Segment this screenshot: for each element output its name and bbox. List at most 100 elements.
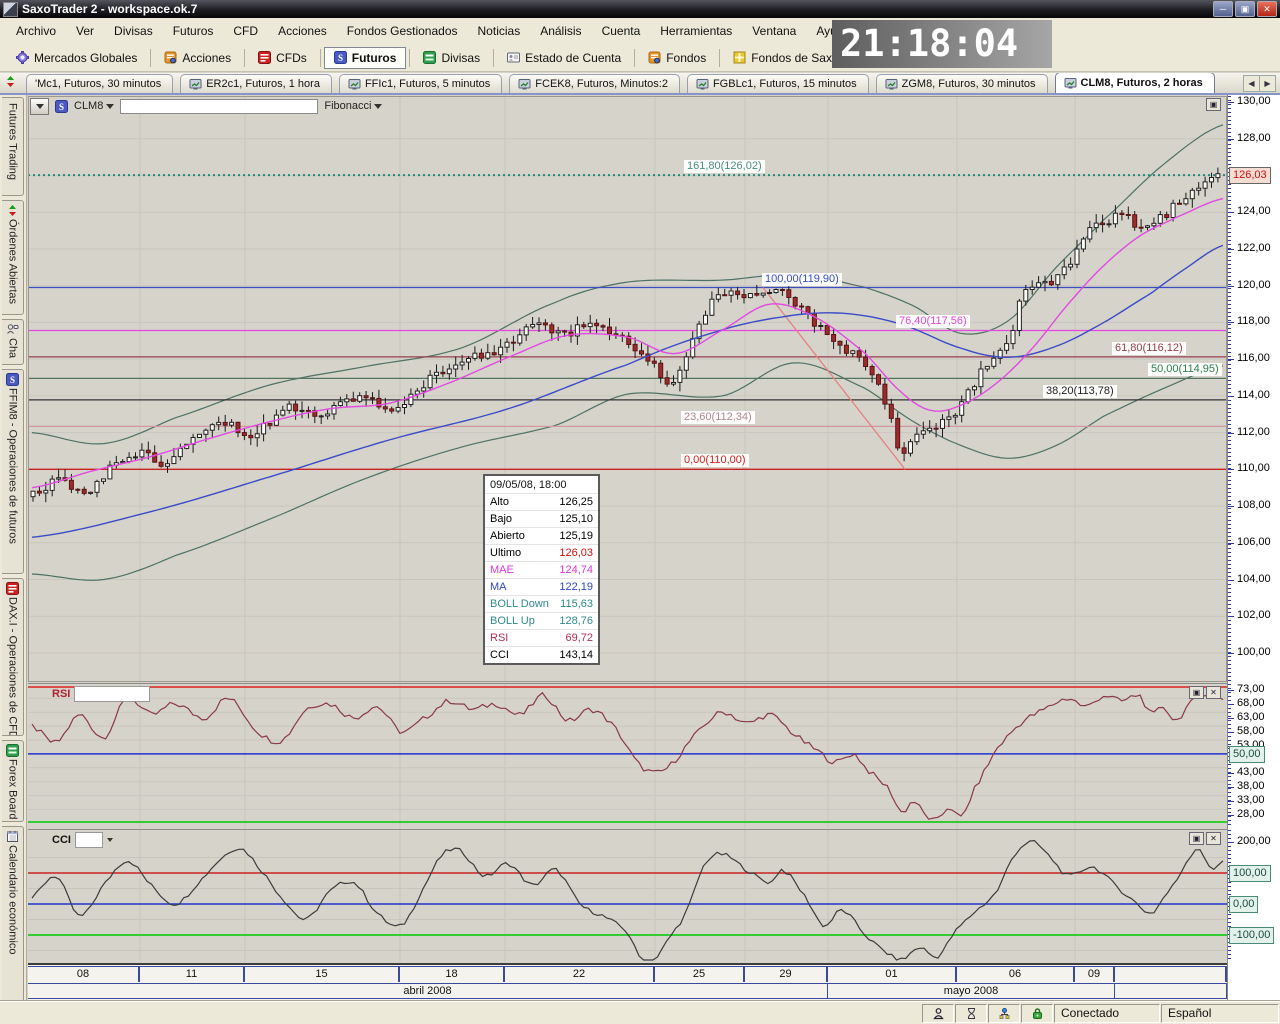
network-icon (998, 1007, 1011, 1020)
svg-text:S: S (338, 53, 343, 63)
toolbar-futuros[interactable]: SFuturos (324, 47, 407, 69)
chart-tab-row: 'Mc1, Futuros, 30 minutos ER2c1, Futuros,… (0, 73, 1280, 95)
axis-tick (1228, 322, 1234, 323)
module-sidebar: Futures Trading Órdenes Abiertas Cha SFFIM8… (0, 95, 27, 1002)
menu-acciones[interactable]: Acciones (268, 20, 337, 42)
date-axis: 08111518222529010609 abril 2008mayo 2008 (28, 963, 1227, 1000)
minor-ticks (1228, 96, 1231, 683)
session-clock: 21:18:04 (832, 20, 1052, 68)
axis-tick (1228, 139, 1234, 140)
user-icon (932, 1007, 945, 1020)
value-axis[interactable]: 130,00128,00124,00122,00120,00118,00116,… (1227, 95, 1280, 1002)
restore-panel-icon[interactable]: ▣ (1189, 686, 1204, 699)
axis-tick (1228, 469, 1234, 470)
toolbar-separator (320, 49, 321, 67)
tab-ffic1[interactable]: FFIc1, Futuros, 5 minutos (339, 74, 502, 93)
menu-herramientas[interactable]: Herramientas (650, 20, 742, 42)
date-cell: 15 (245, 967, 400, 982)
toolbar-separator (150, 49, 151, 67)
fib-level-label: 161,80(126,02) (684, 160, 765, 173)
close-button[interactable]: ✕ (1257, 1, 1277, 17)
tab-er2c1[interactable]: ER2c1, Futuros, 1 hora (180, 74, 332, 93)
tab-fgblc1[interactable]: FGBLc1, Futuros, 15 minutos (687, 74, 869, 93)
tab-zgm8[interactable]: ZGM8, Futuros, 30 minutos (876, 74, 1048, 93)
axis-tick-label: 33,00 (1237, 794, 1265, 806)
rsi-label: RSI (52, 688, 70, 700)
menu-archivo[interactable]: Archivo (6, 20, 66, 42)
svg-text:S: S (10, 375, 15, 385)
sidebar-item-dax-i-operaciones-de-cfd[interactable]: DAX.I - Operaciones de CFD (2, 578, 24, 737)
cci-settings-input[interactable] (75, 832, 103, 848)
lines-green-icon (423, 51, 436, 64)
cci-panel[interactable]: CCI ▣ ✕ (28, 829, 1227, 963)
toolbar-divisas[interactable]: Divisas (413, 47, 490, 69)
account-card-icon (507, 51, 520, 64)
menu-ver[interactable]: Ver (66, 20, 104, 42)
menu-futuros[interactable]: Futuros (163, 20, 224, 42)
tooltip-row-value: 115,63 (560, 598, 593, 610)
tab-mc1[interactable]: 'Mc1, Futuros, 30 minutos (26, 74, 173, 93)
axis-tick (1228, 286, 1234, 287)
saxo-s-icon: S (6, 373, 19, 386)
symbol-search-input[interactable] (120, 99, 318, 114)
axis-tick-label: 112,00 (1237, 426, 1270, 438)
tab-scroll-left-icon[interactable]: ◀ (1243, 75, 1260, 92)
saxo-s-icon: S (334, 51, 347, 64)
menu-divisas[interactable]: Divisas (104, 20, 163, 42)
sidebar-item-calendario-economico[interactable]: Calendario económico (2, 826, 24, 1002)
menu-fondos-gestionados[interactable]: Fondos Gestionados (337, 20, 468, 42)
chart-menu-button[interactable] (30, 98, 49, 115)
tab-scroll-right-icon[interactable]: ▶ (1259, 75, 1276, 92)
sidebar-item-forex-board[interactable]: Forex Board (2, 740, 24, 822)
sidebar-item-futures-trading[interactable]: Futures Trading (2, 97, 24, 196)
chart-monitor-icon (1064, 77, 1077, 90)
date-cell (1115, 967, 1227, 982)
menu-cfd[interactable]: CFD (223, 20, 268, 42)
toolbar-fondos[interactable]: Fondos (638, 47, 716, 69)
restore-button[interactable]: ▣ (1235, 1, 1255, 17)
price-arrows-icon (4, 75, 17, 88)
toolbar-mercados-globales[interactable]: Mercados Globales (6, 47, 147, 69)
menu-ventana[interactable]: Ventana (742, 20, 806, 42)
menu-noticias[interactable]: Noticias (468, 20, 531, 42)
menu-analisis[interactable]: Análisis (530, 20, 591, 42)
restore-panel-icon[interactable]: ▣ (1206, 98, 1221, 111)
chat-person-icon (6, 323, 19, 336)
cci-level-badge: 100,00 (1229, 865, 1271, 882)
axis-tick-label: 122,00 (1237, 242, 1271, 254)
drawing-tool-dropdown[interactable]: Fibonacci (324, 100, 382, 112)
axis-tick-label: 130,00 (1237, 95, 1271, 107)
tooltip-row: MA122,19 (485, 578, 598, 595)
rsi-panel[interactable]: RSI ▣ ✕ (28, 683, 1227, 829)
rsi-settings-input[interactable] (74, 686, 150, 702)
tooltip-row: MAE124,74 (485, 561, 598, 578)
toolbar-separator (244, 49, 245, 67)
price-chart-panel[interactable]: ▣ 161,80(126,02)100,00(119,90)76,40(117,… (28, 96, 1227, 682)
tab-clm8[interactable]: CLM8, Futuros, 2 horas (1055, 73, 1215, 93)
axis-tick (1228, 718, 1234, 719)
tab-fcek8[interactable]: FCEK8, Futuros, Minutos:2 (509, 74, 680, 93)
toolbar-estado-de-cuenta[interactable]: Estado de Cuenta (497, 47, 631, 69)
minimize-button[interactable]: ─ (1213, 1, 1233, 17)
sidebar-item-cha[interactable]: Cha (2, 319, 24, 365)
axis-tick-label: 73,00 (1237, 683, 1265, 695)
toolbar-separator (634, 49, 635, 67)
restore-panel-icon[interactable]: ▣ (1189, 832, 1204, 845)
toolbar-label: CFDs (276, 51, 307, 65)
tooltip-row-value: 122,19 (559, 581, 593, 593)
rsi-canvas (28, 684, 1227, 828)
toolbar-cfds[interactable]: CFDs (248, 47, 317, 69)
toolbar-label: Mercados Globales (34, 51, 137, 65)
app-icon (3, 2, 18, 17)
sidebar-item-label: Futures Trading (7, 103, 19, 180)
symbol-dropdown[interactable]: CLM8 (74, 100, 114, 112)
sidebar-item-ffim8-operaciones-de-futuros[interactable]: SFFIM8 - Operaciones de futuros (2, 369, 24, 573)
close-panel-icon[interactable]: ✕ (1206, 686, 1221, 699)
lines-green-icon (6, 744, 19, 757)
toolbar-acciones[interactable]: Acciones (154, 47, 241, 69)
close-panel-icon[interactable]: ✕ (1206, 832, 1221, 845)
menu-cuenta[interactable]: Cuenta (592, 20, 651, 42)
sidebar-item-ordenes-abiertas[interactable]: Órdenes Abiertas (2, 200, 24, 315)
main-toolbar: Mercados Globales Acciones CFDs SFuturos Div… (0, 44, 1280, 72)
tooltip-row-label: BOLL Up (490, 615, 535, 627)
